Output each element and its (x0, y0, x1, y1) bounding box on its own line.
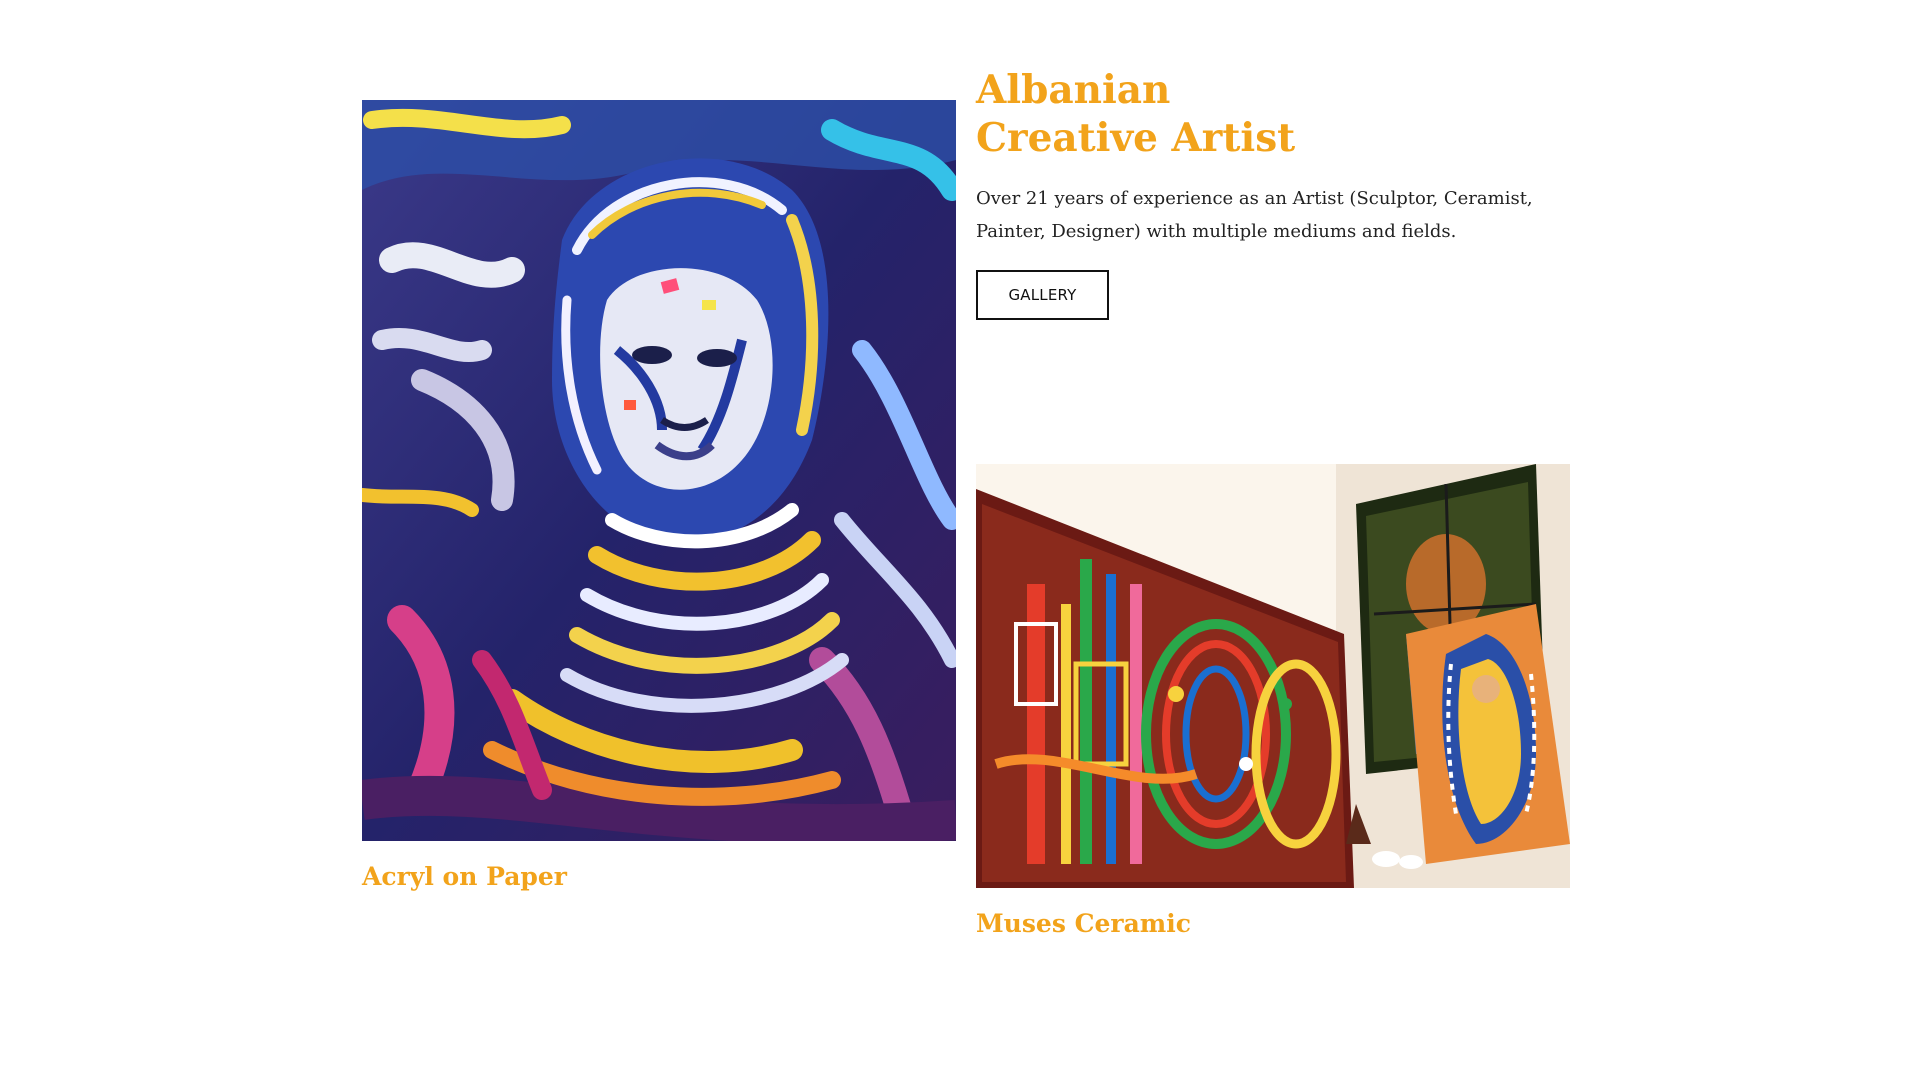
hero-title: Albanian Creative Artist (976, 66, 1576, 162)
artwork-caption-acryl-on-paper[interactable]: Acryl on Paper (362, 862, 567, 892)
artwork-image-acryl-on-paper[interactable] (362, 100, 956, 841)
artwork-image-muses-ceramic[interactable] (976, 464, 1570, 888)
hero-section: Albanian Creative Artist Over 21 years o… (976, 66, 1576, 320)
hero-title-line-2: Creative Artist (976, 115, 1296, 161)
ceramic-artwork-graphic (976, 464, 1570, 888)
portrait-painting-graphic (362, 100, 956, 841)
gallery-button[interactable]: GALLERY (976, 270, 1109, 320)
page: Acryl on Paper Albanian Creative Artist … (0, 0, 1920, 1083)
hero-title-line-1: Albanian (976, 67, 1171, 113)
hero-description: Over 21 years of experience as an Artist… (976, 188, 1533, 242)
artwork-caption-muses-ceramic[interactable]: Muses Ceramic (976, 909, 1191, 939)
